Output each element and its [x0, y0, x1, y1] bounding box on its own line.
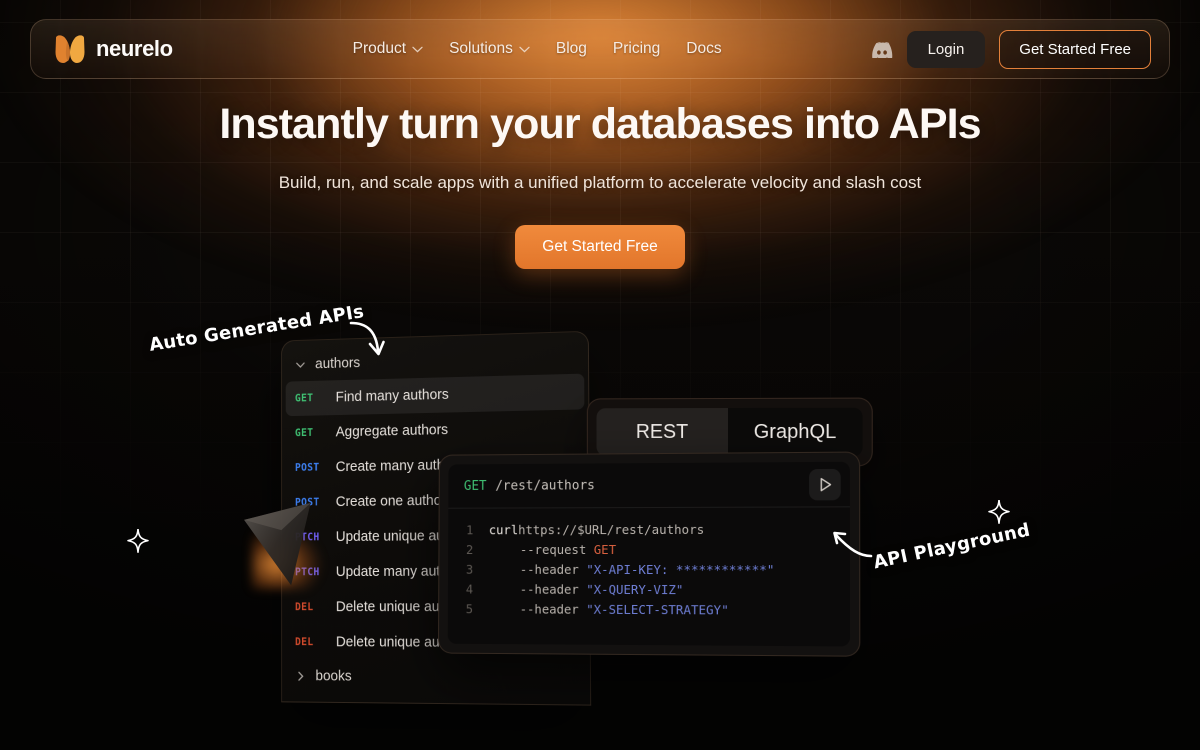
spacer4	[127, 503, 128, 504]
curved-arrow-down-icon	[349, 321, 385, 356]
endpoint-group-books[interactable]: books	[282, 660, 590, 696]
code-line: 5 --header "X-SELECT-STRATEGY"	[448, 599, 850, 621]
line-number: 5	[465, 601, 474, 617]
endpoint-label: Aggregate authors	[335, 422, 449, 441]
tab-rest[interactable]: REST	[596, 408, 728, 456]
endpoint-method: GET	[294, 392, 314, 405]
endpoint-group-label: books	[315, 668, 352, 685]
endpoint-method: GET	[294, 427, 314, 440]
cone-decoration-icon	[244, 502, 311, 586]
endpoint-label: Find many authors	[335, 387, 449, 406]
line-number: 4	[465, 581, 474, 597]
request-path: /rest/authors	[495, 477, 595, 494]
endpoint-method: DEL	[295, 636, 314, 649]
code-token-flag: --header	[519, 601, 579, 617]
request-method: GET	[463, 478, 487, 494]
code-token-flag: --request	[519, 542, 587, 557]
api-playground-panel: GET /rest/authors 1 curl https://$URL/re…	[438, 451, 861, 657]
play-icon	[818, 477, 832, 492]
code-token-flag: --header	[519, 581, 579, 597]
endpoint-label: Create one author	[335, 492, 447, 511]
chevron-down-icon	[295, 359, 306, 371]
product-visual: authors GET Find many authors GET Aggreg…	[0, 0, 1200, 750]
endpoint-row[interactable]: GET Aggregate authors	[286, 409, 585, 450]
line-number: 3	[465, 561, 474, 577]
chevron-right-icon	[295, 670, 306, 682]
line-number: 1	[466, 522, 474, 538]
code-line: 4 --header "X-QUERY-VIZ"	[448, 580, 850, 601]
code-line: 1 curl https://$URL/rest/authors	[448, 519, 850, 540]
endpoint-method: DEL	[295, 601, 314, 614]
line-number: 2	[465, 542, 474, 557]
code-token-url: https://$URL/rest/authors	[518, 521, 705, 538]
tabs-inner: REST GraphQL	[596, 407, 863, 457]
code-token-flag: --header	[519, 561, 579, 577]
code-token-command: curl	[488, 522, 519, 538]
code-line: 2 --request GET	[448, 540, 850, 560]
tab-graphql[interactable]: GraphQL	[728, 407, 863, 457]
playground-inner: GET /rest/authors 1 curl https://$URL/re…	[447, 461, 851, 647]
endpoint-method: POST	[294, 461, 320, 474]
sparkle-icon	[988, 500, 1010, 524]
code-line: 3 --header "X-API-KEY: ************"	[448, 560, 850, 580]
request-url-bar[interactable]: GET /rest/authors	[448, 461, 850, 509]
curved-arrow-left-icon	[833, 531, 873, 558]
code-token-string: "X-QUERY-VIZ"	[586, 581, 684, 598]
sparkle-icon	[127, 529, 149, 553]
code-token-verb: GET	[593, 542, 617, 557]
run-request-button[interactable]	[809, 468, 841, 500]
annotation-api-playground: API Playground	[871, 519, 1033, 574]
code-block: 1 curl https://$URL/rest/authors 2 --req…	[448, 507, 850, 646]
code-token-string: "X-API-KEY: ************"	[586, 561, 775, 578]
code-token-string: "X-SELECT-STRATEGY"	[586, 601, 729, 618]
